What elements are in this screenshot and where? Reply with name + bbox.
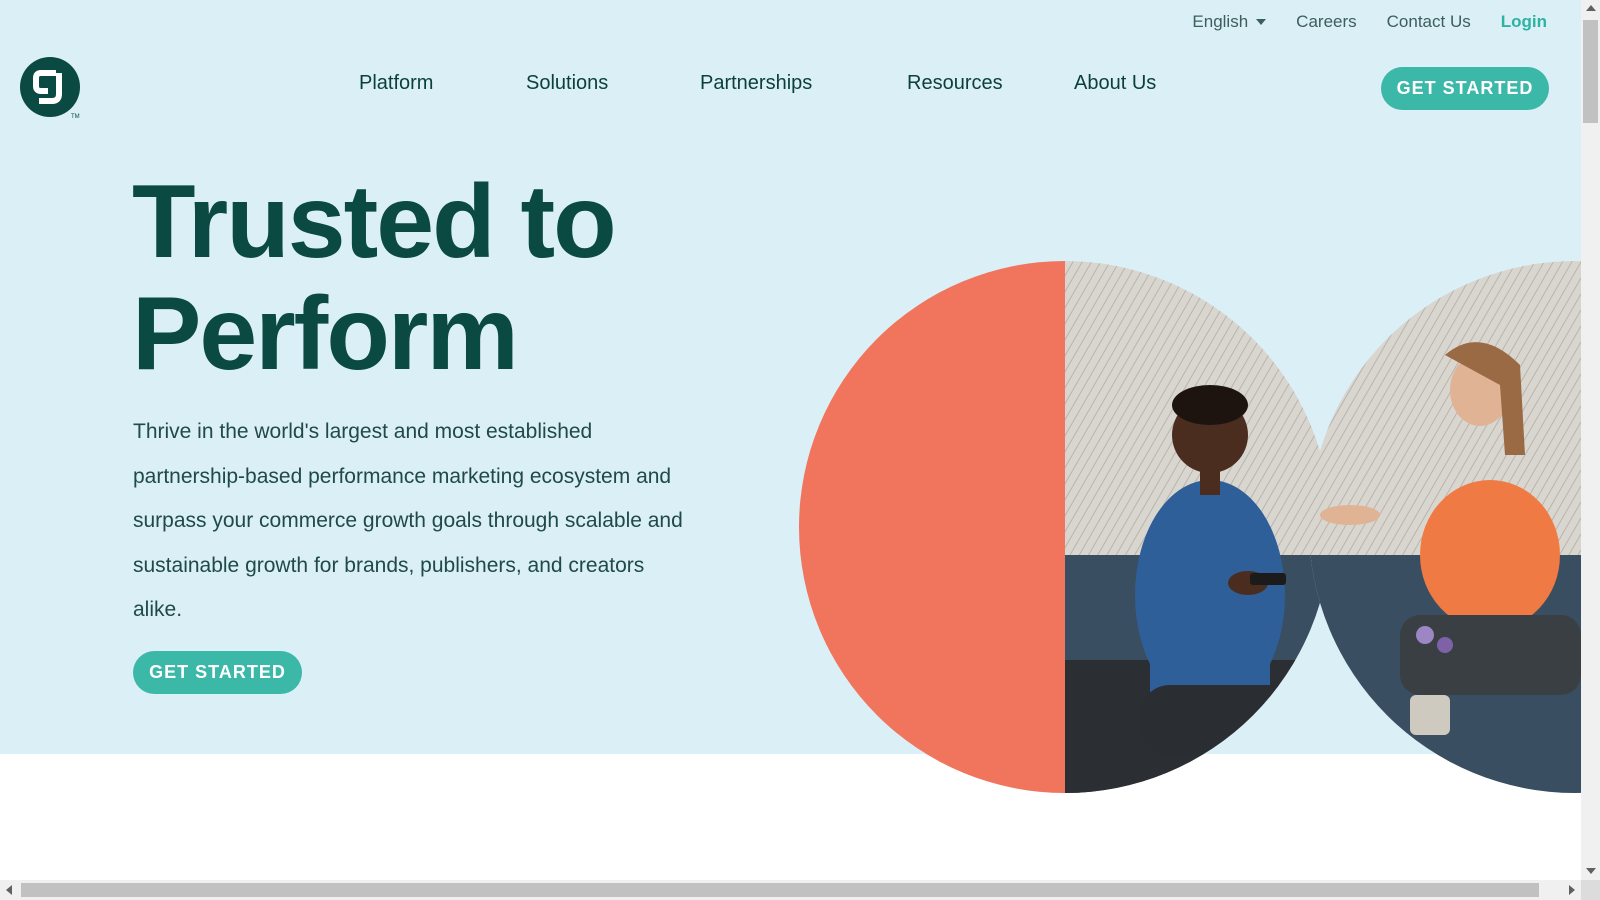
main-nav: Platform Solutions Partnerships Resource… <box>0 72 1581 102</box>
horizontal-scrollbar[interactable] <box>0 880 1581 900</box>
scroll-left-arrow-icon[interactable] <box>6 885 12 895</box>
utility-nav: English Careers Contact Us Login <box>1192 12 1547 32</box>
get-started-hero-button[interactable]: GET STARTED <box>133 651 302 694</box>
nav-item-solutions[interactable]: Solutions <box>526 72 608 95</box>
get-started-header-button[interactable]: GET STARTED <box>1381 67 1549 110</box>
contact-us-link[interactable]: Contact Us <box>1387 12 1471 32</box>
nav-item-resources[interactable]: Resources <box>907 72 1003 95</box>
photo-right-circle <box>1309 261 1581 793</box>
hero-headline: Trusted to Perform <box>132 164 617 392</box>
headline-line-2: Perform <box>132 276 519 392</box>
scrollbar-corner <box>1581 880 1600 900</box>
language-selector[interactable]: English <box>1192 12 1267 32</box>
careers-link[interactable]: Careers <box>1296 12 1356 32</box>
page-viewport: English Careers Contact Us Login TM Plat… <box>0 0 1581 880</box>
nav-item-platform[interactable]: Platform <box>359 72 433 95</box>
trademark-mark: TM <box>71 114 80 120</box>
horizontal-scroll-thumb[interactable] <box>21 883 1539 897</box>
photo-left-circle <box>1065 261 1331 793</box>
scroll-up-arrow-icon[interactable] <box>1586 5 1596 11</box>
login-link[interactable]: Login <box>1501 12 1547 32</box>
vertical-scroll-thumb[interactable] <box>1583 20 1598 123</box>
hero-image <box>799 261 1581 793</box>
caret-down-icon <box>1256 19 1267 25</box>
nav-item-about-us[interactable]: About Us <box>1074 72 1156 95</box>
hero-body-text: Thrive in the world's largest and most e… <box>133 420 683 621</box>
vertical-scrollbar[interactable] <box>1581 0 1600 880</box>
scroll-right-arrow-icon[interactable] <box>1569 885 1575 895</box>
scroll-down-arrow-icon[interactable] <box>1586 868 1596 874</box>
headline-line-1: Trusted to <box>132 164 617 280</box>
coral-half-circle <box>799 261 1065 793</box>
nav-item-partnerships[interactable]: Partnerships <box>700 72 812 95</box>
language-label: English <box>1192 12 1249 31</box>
